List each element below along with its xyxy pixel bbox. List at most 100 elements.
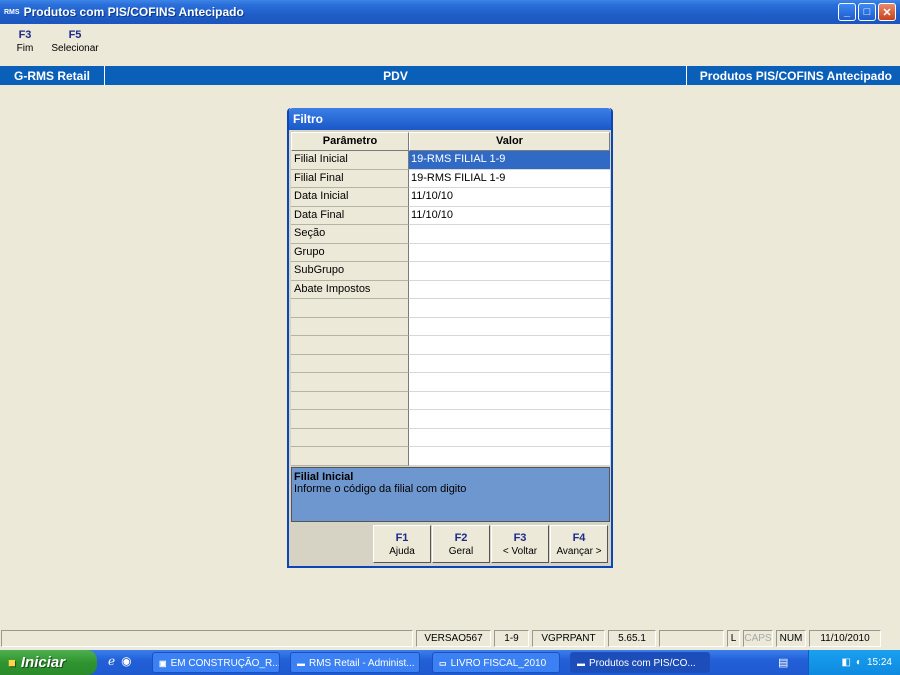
status-empty xyxy=(659,630,724,647)
task-label-1: RMS Retail - Administ... xyxy=(309,658,415,669)
status-l: L xyxy=(727,630,740,647)
window-controls: _ □ ✕ xyxy=(838,3,896,21)
keyboard-icon[interactable]: ▤ xyxy=(778,656,788,669)
status-date: 11/10/2010 xyxy=(809,630,881,647)
param-cell: SubGrupo xyxy=(291,262,409,281)
param-cell: Data Inicial xyxy=(291,188,409,207)
network-icon[interactable]: ◧ xyxy=(841,657,850,668)
folder-icon: ▭ xyxy=(439,659,447,668)
table-row[interactable]: Data Final 11/10/10 xyxy=(291,206,610,225)
task-label-0: EM CONSTRUÇÃO_R... xyxy=(170,658,280,669)
value-cell[interactable] xyxy=(409,373,610,392)
help-title: Filial Inicial xyxy=(294,471,354,483)
app-icon: RMS xyxy=(4,8,20,16)
filter-dialog: Filtro Parâmetro Valor Filial Inicial 19-… xyxy=(287,108,613,568)
value-cell[interactable] xyxy=(409,225,610,244)
param-cell xyxy=(291,317,409,336)
function-toolbar: F3 Fim F5 Selecionar xyxy=(0,28,100,62)
table-row[interactable] xyxy=(291,317,610,336)
table-row[interactable] xyxy=(291,373,610,392)
minimize-button[interactable]: _ xyxy=(838,3,856,21)
table-row[interactable]: Filial Inicial 19-RMS FILIAL 1-9 xyxy=(291,151,610,170)
table-row[interactable] xyxy=(291,336,610,355)
status-caps: CAPS xyxy=(743,630,773,647)
value-cell[interactable] xyxy=(409,354,610,373)
task-label-3: Produtos com PIS/CO... xyxy=(589,658,696,669)
table-row[interactable] xyxy=(291,447,610,466)
fim-button[interactable]: F3 Fim xyxy=(0,28,50,62)
selecionar-label: Selecionar xyxy=(51,43,99,54)
windows-flag-icon: ■ xyxy=(8,655,16,670)
quick-launch: ℯ ◉ xyxy=(108,654,132,668)
value-cell[interactable] xyxy=(409,317,610,336)
help-text: Informe o código da filial com digito xyxy=(294,483,467,495)
table-row[interactable]: Grupo xyxy=(291,243,610,262)
value-cell[interactable] xyxy=(409,336,610,355)
antivirus-icon[interactable]: ◐ xyxy=(856,657,862,668)
table-row[interactable] xyxy=(291,391,610,410)
value-cell[interactable] xyxy=(409,410,610,429)
ajuda-button[interactable]: F1 Ajuda xyxy=(373,525,431,563)
value-cell[interactable] xyxy=(409,243,610,262)
status-version: VERSAO567 xyxy=(416,630,491,647)
table-row[interactable] xyxy=(291,428,610,447)
start-label: Iniciar xyxy=(20,654,66,671)
value-cell[interactable] xyxy=(409,299,610,318)
start-button[interactable]: ■ Iniciar xyxy=(0,650,97,675)
table-row[interactable]: SubGrupo xyxy=(291,262,610,281)
avancar-key: F4 xyxy=(572,532,586,544)
table-row[interactable]: Filial Final 19-RMS FILIAL 1-9 xyxy=(291,169,610,188)
task-rms-admin[interactable]: ▬ RMS Retail - Administ... xyxy=(290,652,420,673)
param-cell: Filial Inicial xyxy=(291,151,409,170)
param-cell: Data Final xyxy=(291,206,409,225)
param-cell xyxy=(291,428,409,447)
header-valor[interactable]: Valor xyxy=(409,132,610,151)
task-label-2: LIVRO FISCAL_2010 xyxy=(450,658,547,669)
selecionar-button[interactable]: F5 Selecionar xyxy=(50,28,100,62)
clock[interactable]: 15:24 xyxy=(867,657,892,668)
param-cell xyxy=(291,354,409,373)
task-word-doc[interactable]: ▣ EM CONSTRUÇÃO_R... xyxy=(152,652,280,673)
dialog-title: Filtro xyxy=(289,108,611,130)
voltar-button[interactable]: F3 < Voltar xyxy=(491,525,549,563)
explorer-icon[interactable]: ◉ xyxy=(121,654,131,668)
value-cell[interactable]: 11/10/10 xyxy=(409,206,610,225)
table-row[interactable] xyxy=(291,299,610,318)
table-row[interactable] xyxy=(291,354,610,373)
header-parametro[interactable]: Parâmetro xyxy=(291,132,409,151)
task-livro-fiscal[interactable]: ▭ LIVRO FISCAL_2010 xyxy=(432,652,560,673)
param-cell: Abate Impostos xyxy=(291,280,409,299)
fim-key: F3 xyxy=(18,29,32,41)
value-cell[interactable] xyxy=(409,280,610,299)
rms-app-icon: ▬ xyxy=(577,659,585,668)
status-filial: 1-9 xyxy=(494,630,529,647)
geral-button[interactable]: F2 Geral xyxy=(432,525,490,563)
task-produtos-pis[interactable]: ▬ Produtos com PIS/CO... xyxy=(570,652,710,673)
value-cell[interactable]: 19-RMS FILIAL 1-9 xyxy=(409,151,610,170)
value-cell[interactable]: 19-RMS FILIAL 1-9 xyxy=(409,169,610,188)
avancar-button[interactable]: F4 Avançar > xyxy=(550,525,608,563)
status-bar: VERSAO567 1-9 VGPRPANT 5.65.1 L CAPS NUM… xyxy=(0,628,900,648)
ajuda-key: F1 xyxy=(395,532,409,544)
value-cell[interactable] xyxy=(409,391,610,410)
param-cell xyxy=(291,336,409,355)
value-cell[interactable]: 11/10/10 xyxy=(409,188,610,207)
word-icon: ▣ xyxy=(159,659,167,668)
ie-icon[interactable]: ℯ xyxy=(108,654,115,668)
table-row[interactable]: Seção xyxy=(291,225,610,244)
maximize-button[interactable]: □ xyxy=(858,3,876,21)
table-row[interactable] xyxy=(291,410,610,429)
value-cell[interactable] xyxy=(409,447,610,466)
value-cell[interactable] xyxy=(409,428,610,447)
selecionar-key: F5 xyxy=(68,29,82,41)
table-row[interactable]: Abate Impostos xyxy=(291,280,610,299)
ajuda-label: Ajuda xyxy=(389,546,415,557)
module-band: G-RMS Retail PDV Produtos PIS/COFINS Ant… xyxy=(0,66,900,85)
fim-label: Fim xyxy=(16,43,34,54)
param-cell: Seção xyxy=(291,225,409,244)
value-cell[interactable] xyxy=(409,262,610,281)
table-row[interactable]: Data Inicial 11/10/10 xyxy=(291,188,610,207)
title-bar: RMS Produtos com PIS/COFINS Antecipado _… xyxy=(0,0,900,24)
close-button[interactable]: ✕ xyxy=(878,3,896,21)
grid-header: Parâmetro Valor xyxy=(291,132,610,151)
